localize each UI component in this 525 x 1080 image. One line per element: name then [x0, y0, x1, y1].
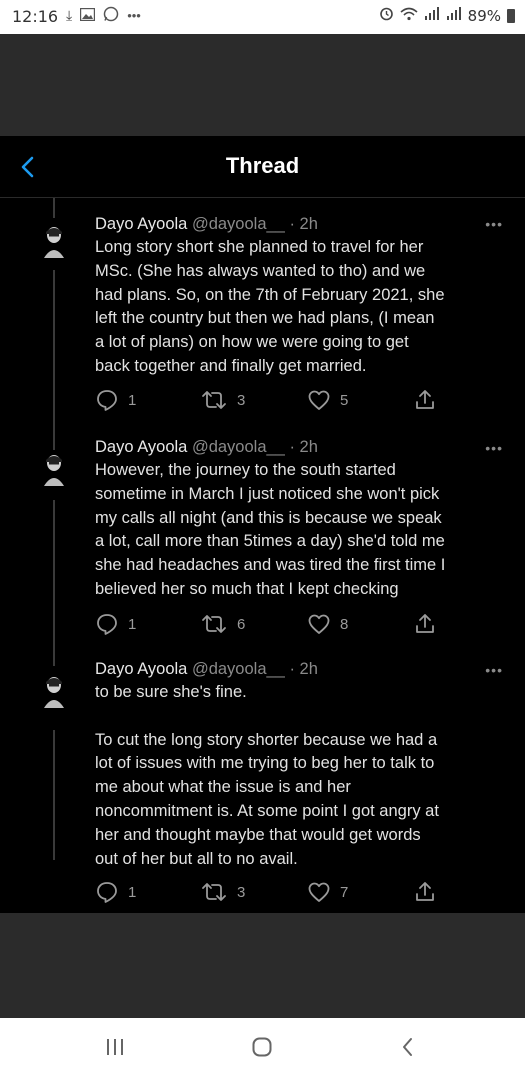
- like-button[interactable]: 5: [307, 388, 348, 412]
- battery-icon: [507, 8, 515, 23]
- tweet[interactable]: Dayo Ayoola @dayoola__ · 2h Long story s…: [0, 198, 525, 460]
- whatsapp-icon: [103, 6, 119, 25]
- retweet-button[interactable]: 3: [200, 880, 245, 904]
- download-icon: ⤓: [66, 7, 73, 23]
- like-button[interactable]: 8: [307, 612, 348, 636]
- thread-panel: Thread Dayo Ayoola @dayoola__ · 2h Long …: [0, 136, 525, 913]
- author-name[interactable]: Dayo Ayoola: [95, 438, 187, 456]
- wifi-icon: [400, 7, 418, 25]
- page-title: Thread: [225, 153, 300, 178]
- gallery-icon: [80, 7, 96, 24]
- retweet-icon: [202, 391, 226, 409]
- thread-connector: [53, 730, 55, 860]
- thread-connector: [53, 198, 55, 218]
- reply-count: 1: [128, 391, 137, 409]
- reply-count: 1: [128, 615, 137, 633]
- retweet-count: 3: [237, 391, 246, 409]
- author-handle[interactable]: @dayoola__: [192, 438, 285, 456]
- tweet-actions: 1 6 8: [95, 612, 445, 638]
- alarm-icon: [379, 6, 394, 25]
- like-count: 8: [340, 615, 349, 633]
- more-options-icon[interactable]: •••: [485, 662, 503, 678]
- nav-back-button[interactable]: [397, 1036, 419, 1063]
- retweet-icon: [202, 615, 226, 633]
- thread-connector: [53, 438, 55, 446]
- share-icon: [416, 390, 434, 409]
- reply-icon: [97, 614, 117, 635]
- retweet-icon: [202, 883, 226, 901]
- tweet-header: Dayo Ayoola @dayoola__ · 2h: [95, 658, 510, 680]
- avatar[interactable]: [40, 672, 68, 708]
- top-spacer: [0, 34, 525, 136]
- heart-icon: [308, 614, 330, 634]
- tweet-text: Long story short she planned to travel f…: [95, 238, 445, 375]
- thread-connector: [53, 500, 55, 660]
- avatar[interactable]: [40, 450, 68, 486]
- reply-button[interactable]: 1: [95, 612, 136, 636]
- more-options-icon[interactable]: •••: [485, 440, 503, 456]
- reply-count: 1: [128, 883, 137, 901]
- home-icon: [252, 1037, 272, 1057]
- tweet-time: · 2h: [289, 660, 318, 678]
- tweet-header: Dayo Ayoola @dayoola__ · 2h: [95, 213, 510, 235]
- thread-connector: [53, 270, 55, 460]
- tweet-actions: 1 3 7: [95, 880, 445, 906]
- avatar[interactable]: [40, 222, 68, 258]
- tweet-text: However, the journey to the south starte…: [95, 461, 446, 598]
- retweet-count: 6: [237, 615, 246, 633]
- share-button[interactable]: [413, 880, 437, 904]
- status-time: 12:16: [12, 7, 59, 26]
- tweet[interactable]: Dayo Ayoola @dayoola__ · 2h to be sure s…: [0, 658, 525, 913]
- retweet-button[interactable]: 6: [200, 612, 245, 636]
- author-handle[interactable]: @dayoola__: [192, 215, 285, 233]
- status-bar: 12:16 ⤓ ••• 89%: [0, 0, 525, 34]
- tweet-text: to be sure she's fine. To cut the long s…: [95, 683, 439, 868]
- recent-apps-icon: [107, 1039, 123, 1055]
- share-icon: [416, 614, 434, 633]
- system-nav-bar: [0, 1018, 525, 1080]
- author-name[interactable]: Dayo Ayoola: [95, 660, 187, 678]
- reply-icon: [97, 882, 117, 903]
- reply-icon: [97, 390, 117, 411]
- reply-button[interactable]: 1: [95, 388, 136, 412]
- reply-button[interactable]: 1: [95, 880, 136, 904]
- tweet-header: Dayo Ayoola @dayoola__ · 2h: [95, 436, 510, 458]
- battery-percent: 89%: [467, 6, 501, 25]
- heart-icon: [308, 390, 330, 410]
- notification-icons: ⤓ •••: [66, 6, 141, 25]
- author-handle[interactable]: @dayoola__: [192, 660, 285, 678]
- tweet-actions: 1 3 5: [95, 388, 445, 414]
- tweet-time: · 2h: [289, 215, 318, 233]
- system-icons: 89%: [379, 6, 515, 25]
- retweet-button[interactable]: 3: [200, 388, 245, 412]
- more-options-icon[interactable]: •••: [485, 216, 503, 232]
- author-name[interactable]: Dayo Ayoola: [95, 215, 187, 233]
- signal-icon: [424, 6, 440, 25]
- like-count: 5: [340, 391, 349, 409]
- back-icon: [403, 1038, 412, 1056]
- thread-connector: [53, 658, 55, 666]
- home-button[interactable]: [251, 1036, 273, 1063]
- heart-icon: [308, 882, 330, 902]
- bottom-spacer: [0, 913, 525, 1018]
- tweet-time: · 2h: [289, 438, 318, 456]
- signal-icon-2: [446, 6, 462, 25]
- recent-apps-button[interactable]: [104, 1036, 126, 1063]
- thread-header: Thread: [0, 136, 525, 198]
- share-button[interactable]: [413, 612, 437, 636]
- tweet[interactable]: Dayo Ayoola @dayoola__ · 2h However, the…: [0, 436, 525, 660]
- share-icon: [416, 882, 434, 901]
- share-button[interactable]: [413, 388, 437, 412]
- like-count: 7: [340, 883, 349, 901]
- more-dots-icon: •••: [127, 8, 141, 23]
- retweet-count: 3: [237, 883, 246, 901]
- like-button[interactable]: 7: [307, 880, 348, 904]
